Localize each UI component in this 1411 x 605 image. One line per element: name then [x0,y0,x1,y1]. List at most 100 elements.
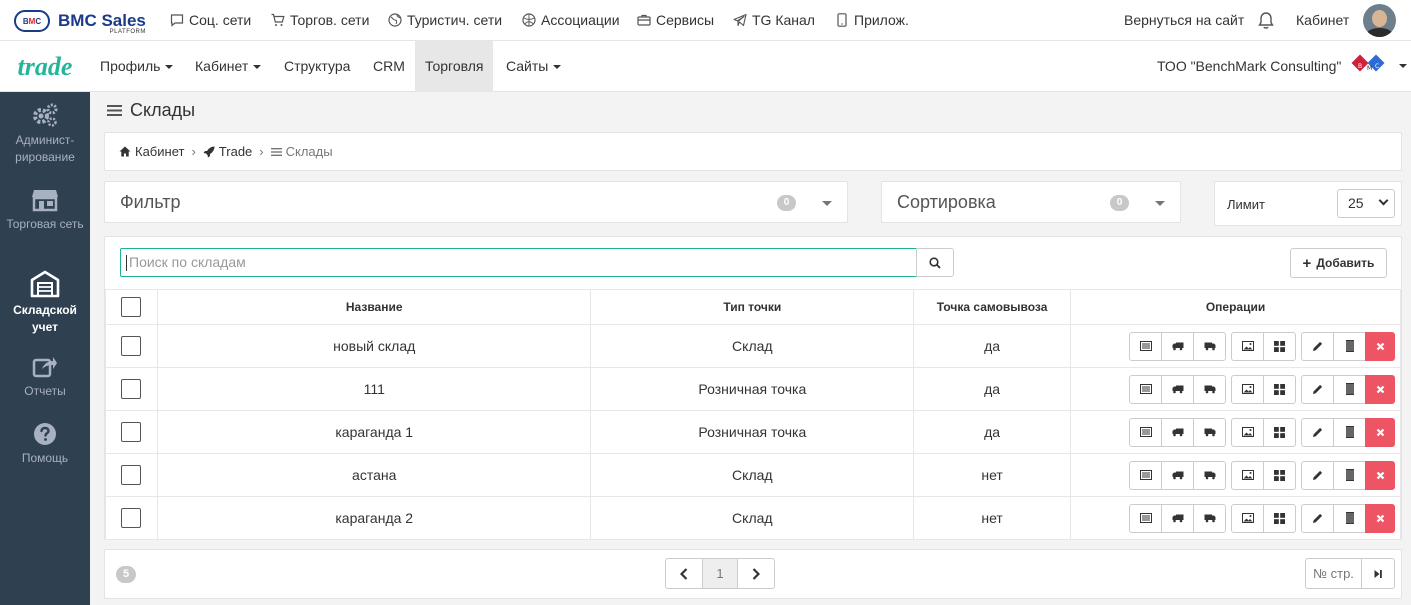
edit-button[interactable] [1301,417,1334,447]
outgoing-shipment-button[interactable] [1193,460,1226,490]
breadcrumb-cabinet[interactable]: Кабинет [135,144,184,159]
barcode-icon [1345,469,1354,481]
bell-icon[interactable] [1257,11,1275,30]
cell-operations [1070,453,1401,497]
incoming-shipment-button[interactable] [1161,331,1194,361]
nav-trade[interactable]: Торговля [415,41,494,92]
incoming-shipment-button[interactable] [1161,460,1194,490]
images-button[interactable] [1231,460,1264,490]
total-count-badge: 5 [116,566,136,583]
row-checkbox[interactable] [121,379,142,399]
edit-button[interactable] [1301,460,1334,490]
inventory-button[interactable] [1333,460,1366,490]
outgoing-shipment-button[interactable] [1193,331,1226,361]
caret-down-icon[interactable] [1399,64,1407,68]
search-button[interactable] [916,248,954,277]
inventory-button[interactable] [1333,374,1366,404]
outgoing-shipment-button[interactable] [1193,417,1226,447]
bmc-logo[interactable]: BMC BMC Sales PLATFORM [14,8,146,35]
details-button[interactable] [1129,417,1162,447]
limit-select[interactable]: 25 [1337,189,1395,218]
column-header-type[interactable]: Тип точки [590,289,915,325]
nav-cabinet[interactable]: Кабинет [185,41,271,92]
edit-button[interactable] [1301,503,1334,533]
delete-button[interactable] [1365,460,1395,490]
details-button[interactable] [1129,374,1162,404]
products-grid-button[interactable] [1263,503,1296,533]
nav-sites[interactable]: Сайты [496,41,571,92]
images-button[interactable] [1231,374,1264,404]
company-logo-icon[interactable]: B M C [1350,54,1390,78]
chevron-down-icon[interactable] [1155,201,1165,206]
goto-page-input[interactable]: № стр. [1305,558,1362,589]
nav-profile[interactable]: Профиль [90,41,183,92]
sidebar-item-administration[interactable]: Админист-рирование [0,102,90,166]
toplink-services[interactable]: Сервисы [637,12,714,28]
nav-crm[interactable]: CRM [363,41,415,92]
edit-button[interactable] [1301,374,1334,404]
current-page[interactable]: 1 [702,558,738,589]
toplink-tourist-networks[interactable]: Туристич. сети [388,12,502,28]
incoming-shipment-button[interactable] [1161,374,1194,404]
cell-name: караганда 2 [156,496,592,540]
products-grid-button[interactable] [1263,331,1296,361]
nav-structure[interactable]: Структура [274,41,360,92]
inventory-button[interactable] [1333,503,1366,533]
details-button[interactable] [1129,331,1162,361]
top-bar: BMC BMC Sales PLATFORM Соц. сети Торгов.… [0,0,1411,41]
brand-logo[interactable]: trade [0,41,90,92]
toplink-trade-networks[interactable]: Торгов. сети [271,12,369,28]
next-page-button[interactable] [737,558,775,589]
products-grid-button[interactable] [1263,374,1296,404]
sidebar-item-trade-network[interactable]: Торговая сеть [0,186,90,233]
filter-panel[interactable]: Фильтр 0 [104,181,848,223]
avatar[interactable] [1363,4,1396,37]
sort-panel[interactable]: Сортировка 0 [881,181,1181,223]
sidebar-item-warehouse[interactable]: Складской учет [0,270,90,336]
add-button[interactable]: + Добавить [1290,248,1387,278]
inventory-button[interactable] [1333,331,1366,361]
delete-button[interactable] [1365,417,1395,447]
row-checkbox[interactable] [121,465,142,485]
details-button[interactable] [1129,503,1162,533]
chevron-down-icon[interactable] [822,201,832,206]
images-button[interactable] [1231,417,1264,447]
outgoing-shipment-button[interactable] [1193,374,1226,404]
sidebar-item-help[interactable]: Помощь [0,422,90,467]
toplink-associations[interactable]: Ассоциации [522,12,620,28]
select-all-checkbox[interactable] [121,297,142,317]
cell-pickup: нет [913,496,1072,540]
briefcase-icon [637,14,651,26]
search-input[interactable]: Поиск по складам [120,248,917,277]
cell-name: 111 [156,367,592,411]
edit-button[interactable] [1301,331,1334,361]
incoming-shipment-button[interactable] [1161,503,1194,533]
images-button[interactable] [1231,331,1264,361]
images-button[interactable] [1231,503,1264,533]
prev-page-button[interactable] [665,558,703,589]
toplink-apps[interactable]: Прилож. [835,12,909,28]
details-button[interactable] [1129,460,1162,490]
toplink-social[interactable]: Соц. сети [170,12,251,28]
delete-button[interactable] [1365,503,1395,533]
row-checkbox[interactable] [121,422,142,442]
inventory-button[interactable] [1333,417,1366,447]
row-checkbox[interactable] [121,336,142,356]
company-name[interactable]: ТОО "BenchMark Consulting" [1157,58,1341,74]
goto-page-button[interactable] [1362,558,1395,589]
row-checkbox[interactable] [121,508,142,528]
sidebar-item-reports[interactable]: Отчеты [0,355,90,400]
column-header-name[interactable]: Название [156,289,592,325]
cabinet-link[interactable]: Кабинет [1296,12,1349,28]
column-header-pickup[interactable]: Точка самовывоза [913,289,1072,325]
back-to-site-link[interactable]: Вернуться на сайт [1124,12,1244,28]
delete-button[interactable] [1365,374,1395,404]
outgoing-shipment-button[interactable] [1193,503,1226,533]
products-grid-button[interactable] [1263,460,1296,490]
breadcrumb-trade[interactable]: Trade [219,144,252,159]
delete-button[interactable] [1365,331,1395,361]
products-grid-button[interactable] [1263,417,1296,447]
incoming-shipment-button[interactable] [1161,417,1194,447]
page-title: Склады [107,100,195,121]
toplink-tg-channel[interactable]: TG Канал [733,12,815,28]
